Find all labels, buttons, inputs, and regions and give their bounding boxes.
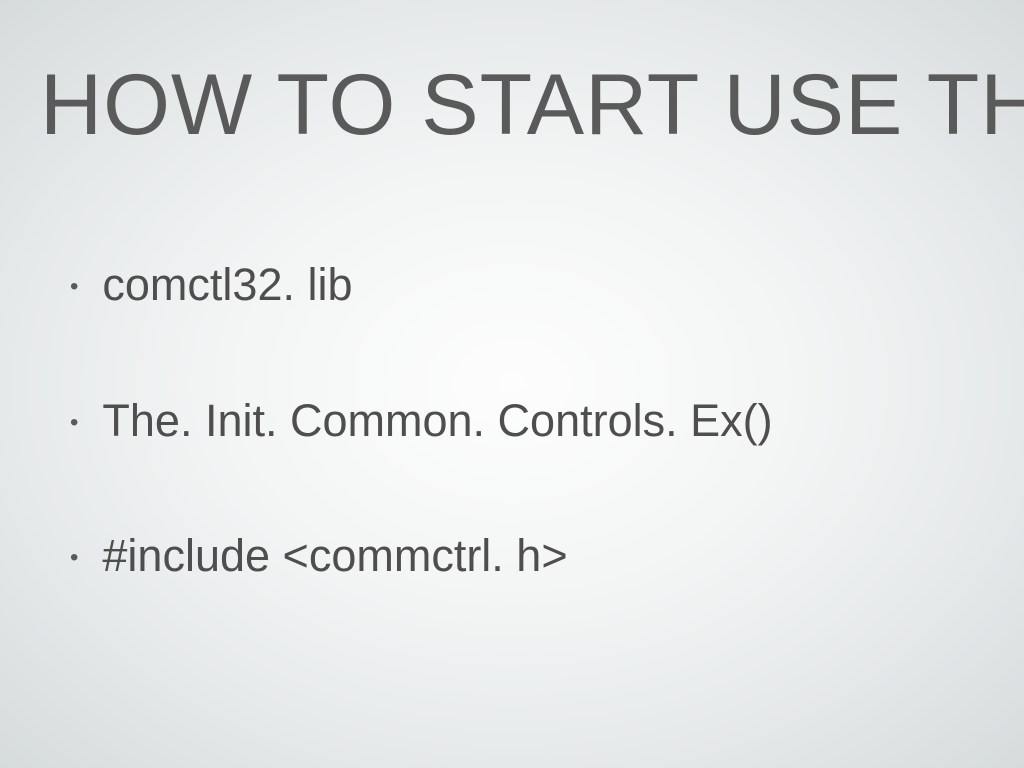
list-item: • #include <commctrl. h> — [70, 531, 984, 581]
bullet-icon: • — [70, 546, 78, 570]
bullet-text: comctl32. lib — [102, 260, 352, 310]
bullet-icon: • — [70, 275, 78, 299]
bullet-text: The. Init. Common. Controls. Ex() — [102, 396, 772, 446]
slide-title: HOW TO START USE THEM — [40, 60, 984, 150]
bullet-text: #include <commctrl. h> — [102, 531, 567, 581]
list-item: • The. Init. Common. Controls. Ex() — [70, 396, 984, 446]
bullet-list: • comctl32. lib • The. Init. Common. Con… — [40, 260, 984, 581]
list-item: • comctl32. lib — [70, 260, 984, 310]
slide: HOW TO START USE THEM • comctl32. lib • … — [0, 0, 1024, 768]
bullet-icon: • — [70, 411, 78, 435]
